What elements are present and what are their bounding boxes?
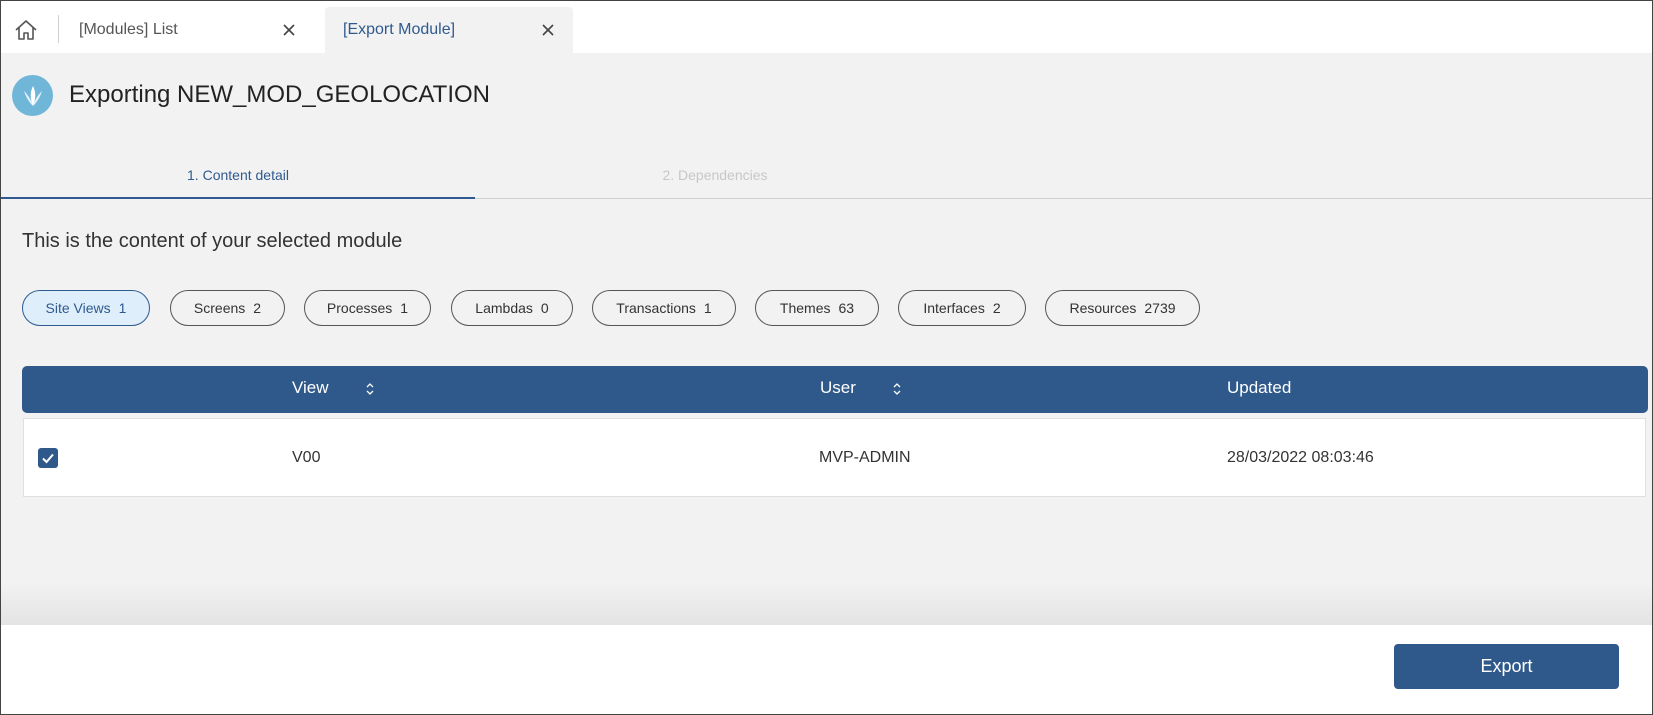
close-icon [542, 24, 554, 36]
logo-icon [23, 85, 42, 106]
chip-label: Screens [193, 300, 246, 316]
home-icon [15, 20, 37, 40]
cell-updated: 28/03/2022 08:03:46 [1227, 449, 1374, 466]
tab-label: [Export Module] [343, 21, 456, 38]
close-icon [283, 24, 295, 36]
footer-shadow [1, 581, 1652, 625]
close-tab-button[interactable] [279, 20, 299, 40]
tab-modules-list[interactable]: [Modules] List [61, 7, 311, 53]
checkmark-icon [42, 453, 54, 464]
sort-icon[interactable] [364, 380, 376, 398]
column-header-updated: Updated [1227, 378, 1292, 397]
chip-label: Transactions [616, 300, 696, 316]
chip-label: Lambdas [475, 300, 533, 316]
page-title: Exporting NEW_MOD_GEOLOCATION [69, 81, 490, 108]
chip-label: Resources [1069, 300, 1137, 316]
home-button[interactable] [11, 15, 41, 45]
chip-transactions[interactable]: Transactions 1 [592, 290, 736, 326]
cell-user: MVP-ADMIN [819, 449, 911, 466]
column-header-user[interactable]: User [820, 378, 856, 398]
sort-icon[interactable] [891, 380, 903, 398]
table-row[interactable]: V00 MVP-ADMIN 28/03/2022 08:03:46 [23, 418, 1646, 497]
step-dependencies[interactable]: 2. Dependencies [475, 153, 955, 199]
tab-export-module[interactable]: [Export Module] [325, 7, 573, 53]
cell-view: V00 [292, 449, 321, 466]
active-step-indicator [1, 197, 475, 199]
chip-count: 1 [703, 300, 712, 316]
close-tab-button[interactable] [538, 20, 558, 40]
chip-count: 63 [838, 300, 855, 316]
chip-label: Site Views [45, 300, 111, 316]
chip-label: Interfaces [923, 300, 985, 316]
chip-count: 2739 [1144, 300, 1176, 316]
chip-site-views[interactable]: Site Views 1 [22, 290, 150, 326]
chip-resources[interactable]: Resources 2739 [1045, 290, 1200, 326]
chip-label: Processes [326, 300, 393, 316]
tab-separator [58, 15, 59, 43]
chip-screens[interactable]: Screens 2 [170, 290, 285, 326]
chip-lambdas[interactable]: Lambdas 0 [451, 290, 573, 326]
chip-count: 2 [253, 300, 262, 316]
chip-themes[interactable]: Themes 63 [755, 290, 879, 326]
export-button[interactable]: Export [1394, 644, 1619, 689]
table-header: View User Updated [22, 366, 1648, 413]
row-checkbox[interactable] [38, 448, 58, 468]
tab-label: [Modules] List [79, 21, 178, 38]
chip-processes[interactable]: Processes 1 [304, 290, 431, 326]
step-content-detail[interactable]: 1. Content detail [1, 153, 475, 199]
intro-text: This is the content of your selected mod… [22, 230, 403, 252]
app-logo [12, 75, 53, 116]
tab-bar: [Modules] List [Export Module] [1, 1, 1652, 53]
chip-count: 2 [992, 300, 1001, 316]
column-header-view[interactable]: View [292, 378, 329, 398]
footer: Export [1, 625, 1652, 714]
chip-count: 0 [540, 300, 549, 316]
chip-label: Themes [779, 300, 831, 316]
step-tabs: 1. Content detail 2. Dependencies [1, 153, 1652, 200]
chip-count: 1 [400, 300, 409, 316]
chip-count: 1 [118, 300, 127, 316]
chip-interfaces[interactable]: Interfaces 2 [898, 290, 1026, 326]
